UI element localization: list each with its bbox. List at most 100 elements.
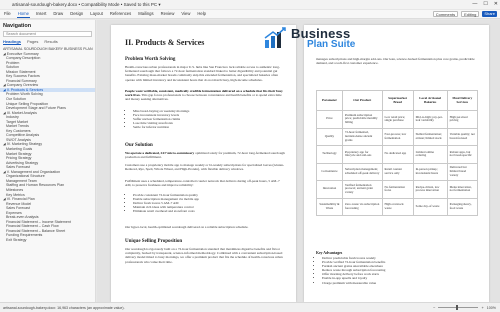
table-cell: No fermentation focus: [381, 180, 414, 199]
table-cell: Retail counter service only: [381, 162, 414, 181]
table-cell: Packaging-heavy, food waste: [446, 197, 479, 216]
table-header-cell: Meal Delivery Services: [446, 90, 479, 111]
table-cell: Low retail price; single purchase: [381, 110, 414, 129]
status-bar: artisanal-sourdough-bakery.docx: 16,963 …: [0, 302, 500, 312]
share-button[interactable]: Share: [482, 11, 497, 17]
maximize-button[interactable]: ☐: [483, 1, 487, 7]
table-header-cell: Local Artisanal Bakeries: [412, 90, 448, 111]
table-cell: Delivered but limited bread variety: [446, 162, 479, 181]
nav-heading-item[interactable]: Exit Strategy: [0, 238, 95, 243]
table-parameter-cell: Innovation: [316, 180, 343, 199]
table-cell: Subscription management; scheduled off-p…: [341, 162, 383, 181]
table-parameter-cell: Price: [316, 110, 343, 129]
window-controls: — ☐ ✕: [472, 1, 498, 7]
solution-fulfillment-paragraph: Fulfillment uses a scheduled, temperatur…: [125, 179, 280, 188]
table-cell: High overstock waste: [381, 197, 414, 216]
zoom-level[interactable]: 100%: [487, 306, 496, 310]
title-bar: artisanal-sourdough-bakery.docx • Compat…: [0, 0, 500, 9]
table-cell: Proprietary app for lifecycle and add-on…: [341, 145, 383, 164]
ribbon-tab-review[interactable]: Review: [160, 10, 176, 18]
table-parameter-cell: Convenience: [316, 162, 343, 181]
table-row: Price Premium subscription price; predict…: [316, 110, 479, 129]
word-count-status: artisanal-sourdough-bakery.docx: 16,963 …: [3, 306, 125, 310]
table-cell: Premium subscription price; predictable …: [341, 110, 383, 129]
close-button[interactable]: ✕: [494, 1, 498, 7]
zoom-in-button[interactable]: +: [481, 305, 483, 310]
table-cell: 72-hour fermented, nutrient-dense ancien…: [341, 127, 383, 146]
logo-text-business: Business: [291, 25, 351, 41]
table-row: Quality 72-hour fermented, nutrient-dense…: [316, 127, 479, 146]
nav-tab-results[interactable]: Results: [44, 39, 57, 45]
ribbon-tab-home[interactable]: Home: [16, 10, 30, 18]
table-row: Sustainability & Waste Zero-waste via sub…: [316, 197, 479, 216]
logo-text-plan-suite: Plan Suite: [307, 38, 356, 50]
document-canvas[interactable]: II. Products & Services Problem Worth So…: [97, 20, 500, 302]
zoom-slider-knob[interactable]: [456, 305, 459, 310]
advantages-heading: Key Advantages: [316, 251, 343, 255]
bullet-item: Settle for inferior nutrition: [133, 125, 283, 129]
zoom-out-button[interactable]: −: [433, 305, 435, 310]
problem-bullets: Miss bread-buying on weekday morningsFac…: [133, 109, 283, 129]
table-cell: Robust apps, but not bread-specific: [446, 145, 479, 164]
table-cell: Some day-of waste: [412, 197, 448, 216]
ribbon-tab-layout[interactable]: Layout: [89, 10, 104, 18]
nav-tab-pages[interactable]: Pages: [27, 39, 38, 45]
table-header-cell: Our Product: [341, 90, 383, 111]
right-intro-paragraph: manages subscriptions and high-margin ad…: [316, 57, 475, 66]
usp-heading: Unique Selling Proposition: [125, 239, 183, 244]
table-cell: Variable quality; not bread-focused: [446, 127, 479, 146]
ribbon-tab-draw[interactable]: Draw: [52, 10, 64, 18]
solution-heading: Our Solution: [125, 143, 153, 148]
table-row: Technology Proprietary app for lifecycle …: [316, 145, 479, 164]
table-row: Convenience Subscription management; sche…: [316, 162, 479, 181]
table-header-cell: Parameter: [316, 90, 343, 111]
table-cell: Menu innovation, not fermentation: [446, 180, 479, 199]
bullet-item: Charge premium with measurable value: [322, 281, 472, 285]
table-cell: No dedicated app: [381, 145, 414, 164]
ribbon-tab-references[interactable]: References: [109, 10, 132, 18]
problem-paragraph: Health-conscious urban professionals in …: [125, 65, 280, 82]
table-row: Innovation Verified fermentation protocol…: [316, 180, 479, 199]
zoom-slider[interactable]: [438, 305, 479, 310]
competitor-table: Parameter Our Product Supermarket Bread Loc…: [316, 90, 479, 216]
usp-paragraph: Our sourdough is rigorously built on a 7…: [125, 247, 283, 264]
heading-list: ARTISANAL SOURDOUGH BAKERY BUSINESS PLAN…: [0, 47, 95, 243]
ribbon-tab-mailings[interactable]: Mailings: [137, 10, 154, 18]
table-parameter-cell: Quality: [316, 127, 343, 146]
bullet-item: Eliminate retail overhead and storefront…: [133, 209, 283, 213]
page-left: II. Products & Services Problem Worth So…: [111, 25, 296, 302]
nav-search-input[interactable]: Search document: [3, 31, 92, 37]
solution-app-paragraph: Customers use a proprietary mobile app t…: [125, 163, 285, 172]
ribbon-tab-design[interactable]: Design: [69, 10, 84, 18]
ribbon-tab-insert[interactable]: Insert: [35, 10, 47, 18]
window-title: artisanal-sourdough-bakery.docx • Compat…: [12, 1, 161, 7]
bar-chart-logo-icon: [263, 26, 287, 50]
problem-emphasis-rest: This gap forces professionals to choose …: [125, 93, 282, 102]
ribbon-tab-view[interactable]: View: [180, 10, 191, 18]
nav-heading-item[interactable]: ARTISANAL SOURDOUGH BAKERY BUSINESS PLAN: [0, 47, 95, 52]
table-parameter-cell: Technology: [316, 145, 343, 164]
navigation-pane: Navigation Search document Headings Page…: [0, 20, 96, 302]
section-heading: II. Products & Services: [125, 38, 205, 47]
nav-tab-headings[interactable]: Headings: [3, 39, 22, 45]
problem-heading: Problem Worth Solving: [125, 57, 176, 62]
table-cell: Verified fermentation protocol; ancient …: [341, 180, 383, 199]
navigation-title: Navigation: [3, 23, 32, 29]
editing-mode-button[interactable]: Editing: [461, 11, 480, 17]
problem-emphasis-paragraph: People want verifiable, consistent, medi…: [125, 89, 285, 102]
page-right: manages subscriptions and high-margin ad…: [304, 25, 489, 302]
table-cell: High per-meal pricing: [446, 110, 479, 129]
table-cell: Zero-waste via subscription forecasting: [341, 197, 383, 216]
solution-summary: Our hyper-local, health-optimized sourdo…: [125, 225, 249, 229]
table-cell: Recipe-driven, low process innovation: [412, 180, 448, 199]
table-cell: Mid-to-high; pay-per-loaf variability: [412, 110, 448, 129]
ribbon-tab-help[interactable]: Help: [196, 10, 207, 18]
table-cell: Limited online ordering: [412, 145, 448, 164]
minimize-button[interactable]: —: [472, 1, 477, 7]
table-cell: Fast-process; low fermentation: [381, 127, 414, 146]
comments-button[interactable]: Comments: [432, 11, 459, 17]
ribbon-tab-file[interactable]: File: [3, 10, 12, 18]
table-cell: Skilled fermentation; artisan; limited s…: [412, 127, 448, 146]
advantages-list: Deliver predictable fresh loaves weeklyP…: [322, 256, 472, 285]
table-cell: In-person pickup; inconsistent hours: [412, 162, 448, 181]
